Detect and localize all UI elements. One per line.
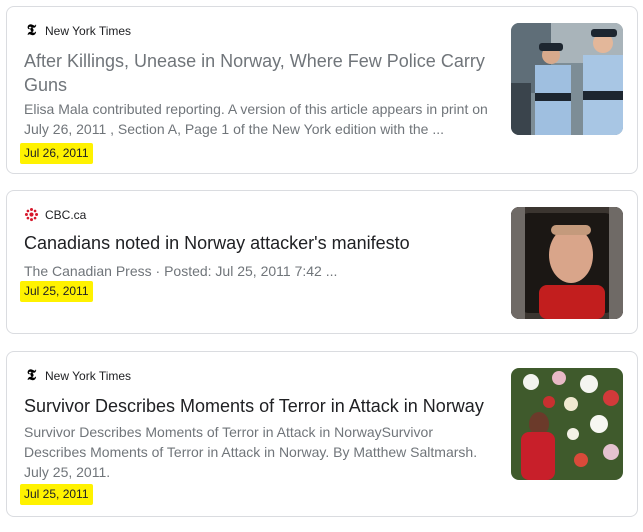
flowers-memorial-image[interactable] bbox=[511, 368, 623, 480]
result-date: Jul 26, 2011 bbox=[20, 143, 93, 164]
result-title-link[interactable]: Survivor Describes Moments of Terror in … bbox=[24, 394, 494, 418]
result-date: Jul 25, 2011 bbox=[20, 484, 93, 505]
source-name: New York Times bbox=[45, 23, 132, 38]
result-title-link[interactable]: Canadians noted in Norway attacker's man… bbox=[24, 231, 494, 255]
man-in-car-image[interactable] bbox=[511, 207, 623, 319]
nyt-logo-icon: 𝕿 bbox=[26, 366, 37, 384]
result-title-link[interactable]: After Killings, Unease in Norway, Where … bbox=[24, 49, 494, 97]
cbc-logo-icon bbox=[24, 207, 39, 222]
source-row: CBC.ca bbox=[24, 207, 86, 222]
source-row: 𝕿 New York Times bbox=[24, 368, 131, 383]
news-result-card[interactable]: CBC.ca Canadians noted in Norway attacke… bbox=[6, 190, 638, 334]
result-snippet: The Canadian Press · Posted: Jul 25, 201… bbox=[24, 263, 338, 279]
result-snippet: Elisa Mala contributed reporting. A vers… bbox=[24, 101, 488, 137]
source-row: 𝕿 New York Times bbox=[24, 23, 131, 38]
result-snippet: Survivor Describes Moments of Terror in … bbox=[24, 424, 478, 480]
news-result-card[interactable]: 𝕿 New York Times Survivor Describes Mome… bbox=[6, 351, 638, 517]
nyt-logo-icon: 𝕿 bbox=[26, 21, 37, 39]
result-date: Jul 25, 2011 bbox=[20, 281, 93, 302]
source-name: CBC.ca bbox=[45, 207, 87, 222]
police-officers-image[interactable] bbox=[511, 23, 623, 135]
source-name: New York Times bbox=[45, 368, 132, 383]
news-result-card[interactable]: 𝕿 New York Times After Killings, Unease … bbox=[6, 6, 638, 174]
